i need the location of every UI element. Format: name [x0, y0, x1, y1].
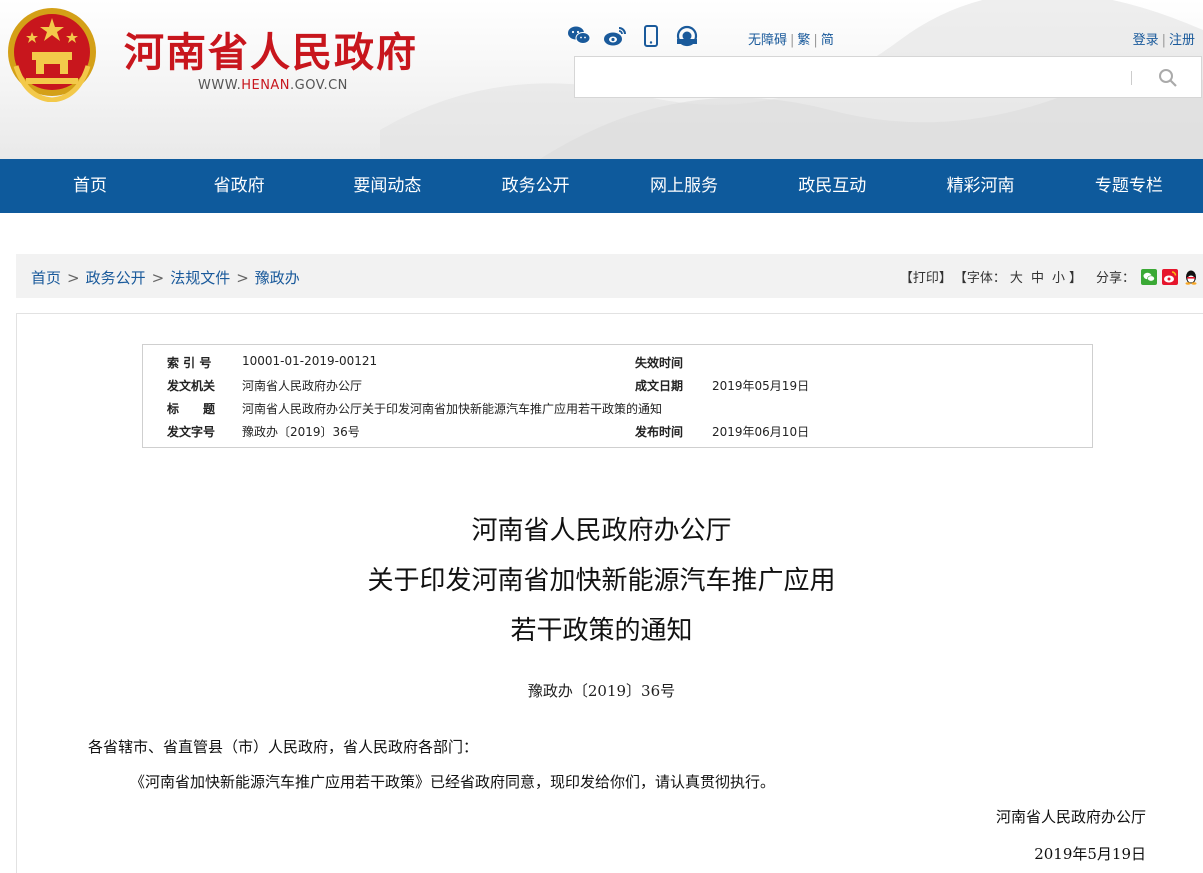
document-number: 豫政办〔2019〕36号: [527, 682, 676, 700]
weibo-icon[interactable]: [603, 24, 627, 48]
share-label: 分享：: [1095, 271, 1135, 286]
site-title[interactable]: 河南省人民政府: [124, 20, 418, 78]
nav-government-affairs[interactable]: 政务公开: [462, 159, 610, 213]
font-size-suffix: 】: [1068, 271, 1082, 286]
site-url-brand: HENAN: [241, 78, 291, 93]
site-url-suffix: .GOV.CN: [290, 78, 348, 93]
breadcrumb-bar: 首页 > 政务公开 > 法规文件 > 豫政办 【打印】 【字体： 大 中 小 】 分享：: [16, 254, 1203, 298]
search-icon: [1159, 69, 1177, 87]
site-url[interactable]: WWW.HENAN.GOV.CN: [198, 78, 348, 93]
search-box: [574, 56, 1202, 98]
breadcrumb-yuzhengban[interactable]: 豫政办: [255, 269, 300, 287]
font-medium-button[interactable]: 中: [1031, 267, 1044, 286]
font-small-button[interactable]: 小: [1052, 267, 1065, 286]
top-icons: [567, 24, 699, 48]
nav-special-topics[interactable]: 专题专栏: [1055, 159, 1203, 213]
docno-value: 豫政办〔2019〕36号: [242, 425, 360, 439]
share-weibo-icon[interactable]: [1162, 268, 1178, 285]
traditional-chinese-link[interactable]: 繁: [797, 33, 810, 48]
breadcrumb-home[interactable]: 首页: [31, 269, 61, 287]
accessibility-links: 无障碍 | 繁 | 简: [748, 33, 834, 48]
barrier-free-link[interactable]: 无障碍: [748, 33, 787, 48]
search-input[interactable]: [583, 65, 1123, 89]
nav-provincial-government[interactable]: 省政府: [165, 159, 313, 213]
date-label: 成文日期: [635, 379, 684, 393]
nav-wonderful-henan[interactable]: 精彩河南: [906, 159, 1054, 213]
breadcrumb-regulations[interactable]: 法规文件: [170, 269, 230, 287]
share-qq-icon[interactable]: [1183, 269, 1199, 285]
expire-label: 失效时间: [635, 356, 684, 370]
search-divider: [1131, 71, 1132, 85]
simplified-chinese-link[interactable]: 简: [821, 33, 834, 48]
document-title-line-2: 关于印发河南省加快新能源汽车推广应用: [367, 566, 836, 596]
nav-news[interactable]: 要闻动态: [313, 159, 461, 213]
breadcrumb: 首页 > 政务公开 > 法规文件 > 豫政办: [31, 269, 300, 287]
document-salutation: 各省辖市、省直管县（市）人民政府，省人民政府各部门：: [88, 738, 479, 756]
date-value: 2019年05月19日: [712, 379, 810, 393]
share-wechat-icon[interactable]: [1141, 268, 1157, 285]
wechat-icon[interactable]: [567, 24, 591, 48]
site-header: 河南省人民政府 WWW.HENAN.GOV.CN 无障碍 | 繁 | 简 登录 | 注册: [0, 0, 1203, 159]
document-sign-date: 2019年5月19日: [1034, 845, 1146, 863]
nav-online-services[interactable]: 网上服务: [610, 159, 758, 213]
meta-row-index: 索 引 号 10001-01-2019-00121 失效时间: [143, 354, 1092, 374]
login-link[interactable]: 登录: [1133, 33, 1159, 48]
index-value: 10001-01-2019-00121: [242, 354, 378, 368]
meta-row-subject: 标 题 河南省人民政府办公厅关于印发河南省加快新能源汽车推广应用若干政策的通知: [143, 400, 1092, 420]
document-title-line-1: 河南省人民政府办公厅: [471, 516, 732, 546]
print-button[interactable]: 【打印】: [900, 267, 952, 286]
site-url-prefix: WWW.: [198, 78, 242, 93]
document-signature: 河南省人民政府办公厅: [995, 808, 1146, 826]
font-size-prefix: 【字体：: [953, 271, 1006, 286]
mobile-icon[interactable]: [639, 24, 663, 48]
document-meta-table: 索 引 号 10001-01-2019-00121 失效时间 发文机关 河南省人…: [142, 344, 1093, 448]
document-title-line-3: 若干政策的通知: [510, 616, 693, 646]
nav-home[interactable]: 首页: [0, 159, 165, 213]
national-emblem: [8, 8, 96, 102]
search-button[interactable]: [1155, 65, 1181, 91]
font-large-button[interactable]: 大: [1010, 267, 1023, 286]
breadcrumb-government-affairs[interactable]: 政务公开: [86, 269, 146, 287]
meta-row-docno: 发文字号 豫政办〔2019〕36号 发布时间 2019年06月10日: [143, 423, 1092, 443]
issuer-label: 发文机关: [167, 379, 216, 393]
subject-value: 河南省人民政府办公厅关于印发河南省加快新能源汽车推广应用若干政策的通知: [242, 402, 663, 416]
index-label: 索 引 号: [167, 356, 212, 370]
client-icon[interactable]: [675, 24, 699, 48]
auth-links: 登录 | 注册: [1132, 33, 1195, 48]
publish-label: 发布时间: [635, 425, 684, 439]
subject-label: 标 题: [167, 402, 216, 416]
meta-row-issuer: 发文机关 河南省人民政府办公厅 成文日期 2019年05月19日: [143, 377, 1092, 397]
docno-label: 发文字号: [167, 425, 216, 439]
nav-interaction[interactable]: 政民互动: [758, 159, 906, 213]
issuer-value: 河南省人民政府办公厅: [242, 379, 363, 393]
page-tools: 【打印】 【字体： 大 中 小 】 分享：: [900, 267, 1199, 286]
share-icons: [1141, 268, 1199, 285]
main-nav: 首页 省政府 要闻动态 政务公开 网上服务 政民互动 精彩河南 专题专栏: [0, 159, 1203, 213]
document-body: 《河南省加快新能源汽车推广应用若干政策》已经省政府同意，现印发给你们，请认真贯彻…: [130, 773, 776, 791]
publish-value: 2019年06月10日: [712, 425, 810, 439]
register-link[interactable]: 注册: [1169, 33, 1195, 48]
